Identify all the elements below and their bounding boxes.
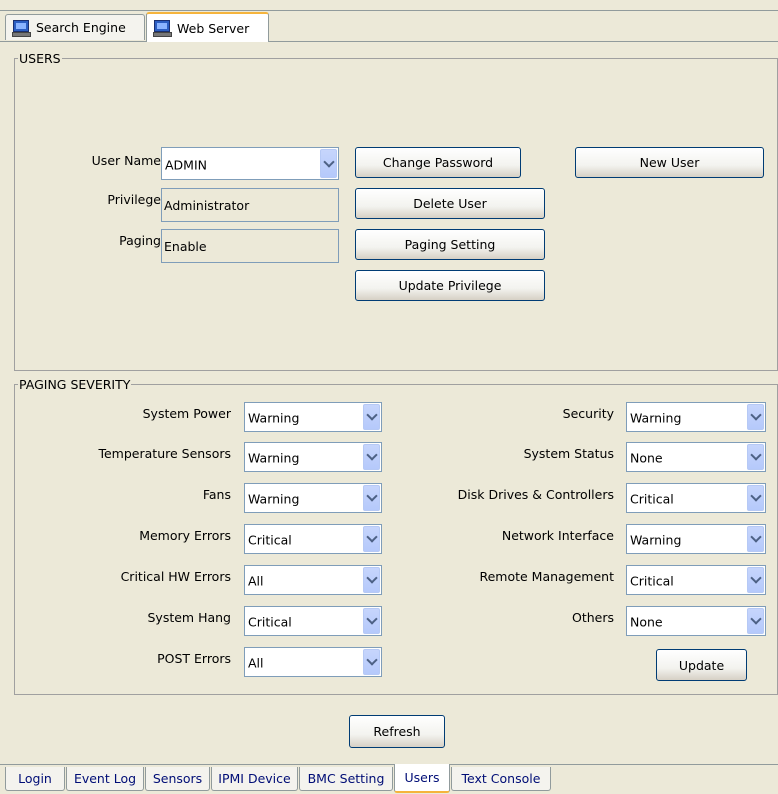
severity-value: All bbox=[248, 655, 264, 671]
computer-icon bbox=[12, 19, 31, 37]
severity-select[interactable]: Critical bbox=[626, 483, 766, 513]
severity-select[interactable]: Critical bbox=[626, 565, 766, 595]
new-user-button[interactable]: New User bbox=[575, 147, 764, 178]
severity-label: Memory Errors bbox=[139, 528, 231, 543]
paging-setting-button[interactable]: Paging Setting bbox=[355, 229, 545, 260]
chevron-down-icon[interactable] bbox=[747, 567, 764, 593]
severity-value: All bbox=[248, 573, 264, 589]
privilege-field: Administrator bbox=[161, 188, 339, 222]
chevron-down-icon[interactable] bbox=[363, 444, 380, 470]
severity-select[interactable]: Warning bbox=[244, 402, 382, 432]
severity-select[interactable]: Warning bbox=[626, 402, 766, 432]
severity-select[interactable]: All bbox=[244, 647, 382, 677]
users-legend: USERS bbox=[19, 51, 61, 66]
severity-select[interactable]: None bbox=[626, 606, 766, 636]
user-name-label: User Name bbox=[91, 153, 161, 168]
severity-select[interactable]: Critical bbox=[244, 524, 382, 554]
tab-label: Web Server bbox=[177, 20, 250, 36]
chevron-down-icon[interactable] bbox=[747, 404, 764, 430]
tab-search-engine[interactable]: Search Engine bbox=[5, 14, 145, 40]
chevron-down-icon[interactable] bbox=[363, 649, 380, 675]
severity-value: Critical bbox=[248, 614, 292, 630]
severity-value: None bbox=[630, 614, 663, 630]
user-name-select[interactable]: ADMIN bbox=[161, 147, 339, 180]
paging-field: Enable bbox=[161, 229, 339, 263]
severity-label: Others bbox=[571, 610, 614, 625]
severity-value: Warning bbox=[248, 450, 300, 466]
chevron-down-icon[interactable] bbox=[363, 567, 380, 593]
change-password-button[interactable]: Change Password bbox=[355, 147, 521, 178]
severity-select[interactable]: All bbox=[244, 565, 382, 595]
chevron-down-icon[interactable] bbox=[363, 485, 380, 511]
severity-label: Remote Management bbox=[479, 569, 614, 584]
chevron-down-icon[interactable] bbox=[363, 404, 380, 430]
user-name-value: ADMIN bbox=[165, 156, 207, 172]
chevron-down-icon[interactable] bbox=[747, 608, 764, 634]
severity-value: Warning bbox=[630, 410, 682, 426]
severity-select[interactable]: Critical bbox=[244, 606, 382, 636]
severity-select[interactable]: Warning bbox=[244, 483, 382, 513]
severity-label: Disk Drives & Controllers bbox=[457, 487, 614, 502]
top-tab-strip-line bbox=[0, 10, 778, 11]
severity-label: Security bbox=[562, 406, 614, 421]
bottom-tab-event-log[interactable]: Event Log bbox=[66, 767, 144, 791]
severity-label: System Status bbox=[523, 446, 614, 461]
chevron-down-icon[interactable] bbox=[363, 526, 380, 552]
paging-label: Paging bbox=[119, 233, 161, 248]
severity-value: Critical bbox=[248, 532, 292, 548]
severity-select[interactable]: None bbox=[626, 442, 766, 472]
privilege-label: Privilege bbox=[107, 192, 161, 207]
severity-label: Temperature Sensors bbox=[98, 446, 231, 461]
bottom-tab-sensors[interactable]: Sensors bbox=[145, 767, 210, 791]
severity-value: Warning bbox=[248, 491, 300, 507]
severity-select[interactable]: Warning bbox=[244, 442, 382, 472]
chevron-down-icon[interactable] bbox=[363, 608, 380, 634]
refresh-button[interactable]: Refresh bbox=[349, 715, 445, 748]
bottom-tab-bmc-setting[interactable]: BMC Setting bbox=[299, 767, 393, 791]
severity-label: POST Errors bbox=[157, 651, 231, 666]
tab-label: Search Engine bbox=[36, 20, 126, 35]
chevron-down-icon[interactable] bbox=[747, 526, 764, 552]
update-button[interactable]: Update bbox=[656, 649, 747, 681]
bottom-tab-users[interactable]: Users bbox=[394, 764, 450, 793]
severity-label: System Power bbox=[142, 406, 231, 421]
severity-label: System Hang bbox=[147, 610, 231, 625]
severity-value: Critical bbox=[630, 573, 674, 589]
update-privilege-button[interactable]: Update Privilege bbox=[355, 270, 545, 301]
tab-web-server[interactable]: Web Server bbox=[146, 12, 269, 42]
severity-label: Network Interface bbox=[501, 528, 614, 543]
severity-label: Critical HW Errors bbox=[120, 569, 231, 584]
bottom-tab-text-console[interactable]: Text Console bbox=[451, 767, 551, 791]
paging-severity-legend: PAGING SEVERITY bbox=[19, 377, 131, 392]
severity-value: None bbox=[630, 450, 663, 466]
severity-value: Critical bbox=[630, 491, 674, 507]
computer-icon bbox=[153, 20, 172, 37]
delete-user-button[interactable]: Delete User bbox=[355, 188, 545, 219]
severity-select[interactable]: Warning bbox=[626, 524, 766, 554]
panel-top-border bbox=[0, 41, 778, 42]
bottom-tab-strip-line bbox=[0, 764, 778, 765]
chevron-down-icon[interactable] bbox=[747, 485, 764, 511]
chevron-down-icon[interactable] bbox=[320, 149, 337, 178]
bottom-tab-login[interactable]: Login bbox=[5, 767, 65, 791]
chevron-down-icon[interactable] bbox=[747, 444, 764, 470]
severity-value: Warning bbox=[248, 410, 300, 426]
severity-label: Fans bbox=[202, 487, 231, 502]
bottom-tab-ipmi-device[interactable]: IPMI Device bbox=[211, 767, 298, 791]
severity-value: Warning bbox=[630, 532, 682, 548]
